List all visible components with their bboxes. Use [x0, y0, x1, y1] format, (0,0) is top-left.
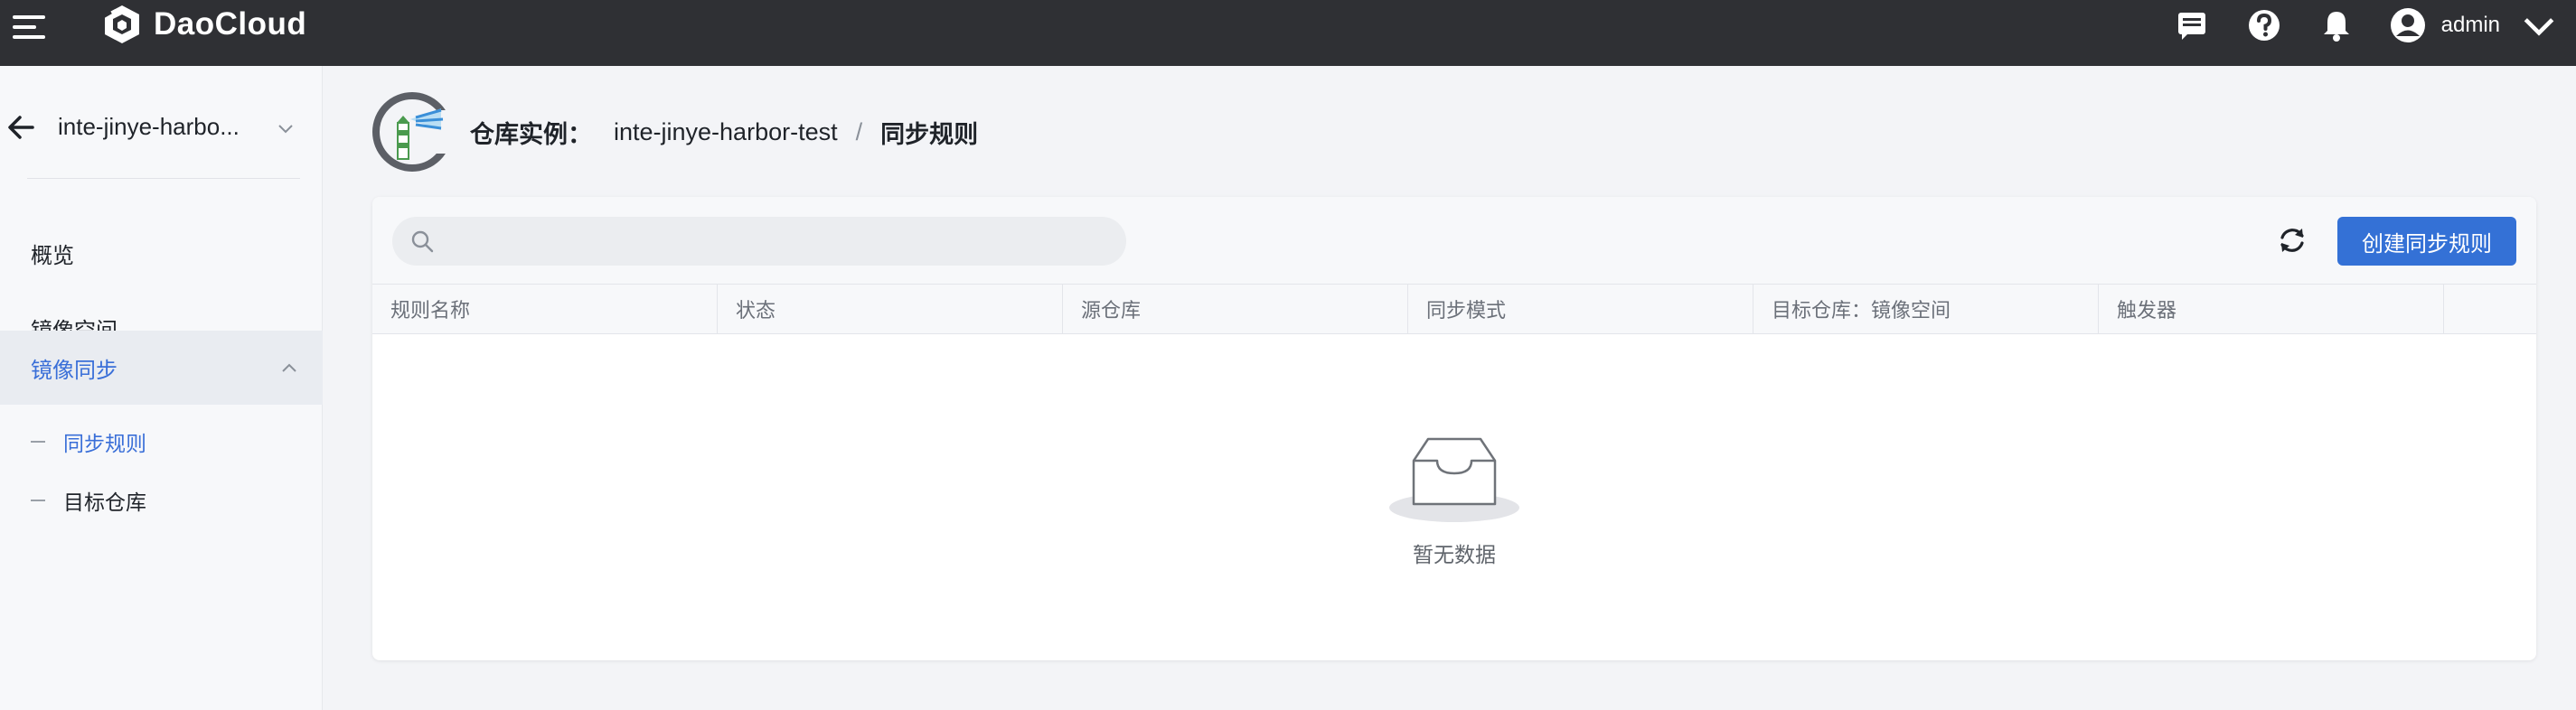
breadcrumb-label: 仓库实例：: [470, 121, 592, 148]
column-header-rule-name[interactable]: 规则名称: [372, 285, 718, 333]
message-icon[interactable]: [2174, 7, 2210, 43]
column-header-target-registry[interactable]: 目标仓库：镜像空间: [1753, 285, 2099, 333]
dash-marker: [31, 500, 45, 501]
sidebar-subitem-label: 同步规则: [63, 432, 146, 455]
sidebar-divider: [27, 178, 300, 179]
empty-state-text: 暂无数据: [1413, 543, 1496, 566]
breadcrumb-separator: /: [855, 118, 863, 145]
sidebar-subitem-target-registry[interactable]: 目标仓库: [31, 482, 146, 518]
instance-name[interactable]: inte-jinye-harbo...: [58, 113, 240, 141]
search-icon: [411, 230, 434, 253]
chevron-down-icon[interactable]: [277, 119, 295, 137]
harbor-logo-icon: [372, 92, 452, 172]
dash-marker: [31, 441, 45, 443]
column-header-source-registry[interactable]: 源仓库: [1063, 285, 1408, 333]
create-sync-rule-button[interactable]: 创建同步规则: [2337, 217, 2516, 266]
column-header-actions: [2444, 285, 2536, 333]
refresh-icon[interactable]: [2274, 222, 2310, 258]
user-menu[interactable]: admin: [2389, 6, 2558, 44]
chevron-down-icon: [2524, 18, 2554, 36]
user-avatar-icon: [2390, 8, 2425, 42]
table-toolbar: 创建同步规则: [372, 197, 2536, 284]
sidebar-item-label: 镜像同步: [31, 358, 118, 383]
column-header-trigger[interactable]: 触发器: [2099, 285, 2444, 333]
sidebar-item-image-sync[interactable]: 镜像同步: [0, 331, 323, 405]
arrow-left-icon[interactable]: [7, 115, 34, 140]
breadcrumb: 仓库实例： inte-jinye-harbor-test / 同步规则: [470, 115, 978, 150]
sidebar-subitem-sync-rules[interactable]: 同步规则: [31, 424, 146, 460]
empty-inbox-icon: [1389, 437, 1519, 522]
sync-rules-panel: 创建同步规则 规则名称 状态 源仓库 同步模式 目标仓库：镜像空间 触发器 暂无…: [372, 197, 2536, 660]
column-header-status[interactable]: 状态: [718, 285, 1063, 333]
daocloud-logo-icon: [102, 5, 139, 43]
hamburger-icon[interactable]: [13, 14, 45, 41]
chevron-up-icon: [282, 363, 296, 372]
breadcrumb-current: 同步规则: [880, 121, 979, 148]
sidebar-item-overview[interactable]: 概览: [0, 216, 323, 290]
search-input[interactable]: [445, 229, 1114, 253]
help-icon[interactable]: [2246, 7, 2282, 43]
top-bar: DaoCloud admin: [0, 0, 2576, 66]
bell-icon[interactable]: [2318, 7, 2355, 43]
logo[interactable]: DaoCloud: [99, 2, 306, 47]
brand-name: DaoCloud: [154, 6, 307, 42]
column-header-sync-mode[interactable]: 同步模式: [1408, 285, 1753, 333]
instance-switcher: inte-jinye-harbo...: [0, 102, 323, 153]
sidebar: inte-jinye-harbo... 概览 镜像空间 镜像同步 同步规则 目标…: [0, 66, 323, 710]
search-box[interactable]: [392, 217, 1126, 266]
table-header: 规则名称 状态 源仓库 同步模式 目标仓库：镜像空间 触发器: [372, 284, 2536, 334]
sidebar-subitem-label: 目标仓库: [63, 490, 146, 514]
username: admin: [2440, 13, 2500, 37]
breadcrumb-instance-link[interactable]: inte-jinye-harbor-test: [614, 118, 838, 146]
empty-state: 暂无数据: [1382, 434, 1527, 568]
